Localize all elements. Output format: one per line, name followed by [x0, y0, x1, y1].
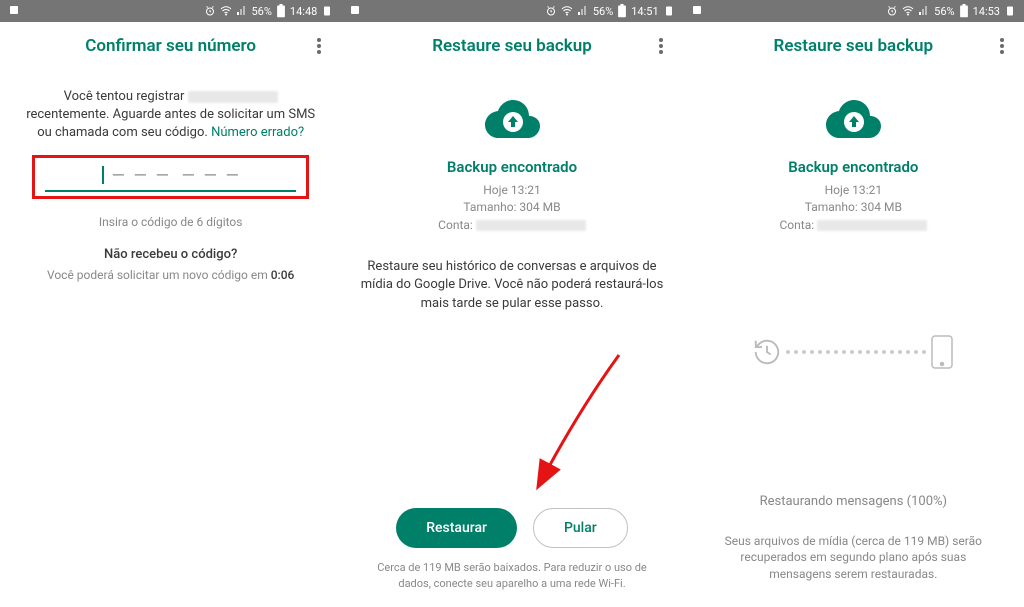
signal-icon [236, 5, 248, 17]
screen-restoring: 56% 14:53 Restaure seu backup Backup enc… [683, 0, 1024, 607]
battery-percent: 56% [593, 5, 613, 18]
battery-icon [959, 4, 969, 18]
page-title: Restaure seu backup [715, 36, 992, 56]
code-input[interactable]: — — — — — — [45, 166, 296, 192]
backup-info: Hoje 13:21 Tamanho: 304 MB Conta: [701, 182, 1006, 234]
screen-restore-backup: 56% 14:51 Restaure seu backup Backup enc… [341, 0, 682, 607]
page-title: Restaure seu backup [373, 36, 650, 56]
redacted-number [188, 91, 278, 103]
code-hint: Insira o código de 6 dígitos [18, 215, 323, 229]
backup-info: Hoje 13:21 Tamanho: 304 MB Conta: [359, 182, 664, 234]
history-icon [752, 337, 782, 367]
menu-icon[interactable] [651, 38, 671, 54]
header: Confirmar seu número [0, 22, 341, 66]
alarm-icon [545, 5, 557, 17]
screen-confirm-number: 56% 14:48 Confirmar seu número Você tent… [0, 0, 341, 607]
code-input-highlight: — — — — — — [32, 155, 309, 199]
redacted-account [817, 220, 927, 231]
backup-found-title: Backup encontrado [701, 158, 1006, 176]
button-row: Restaurar Pular [359, 508, 664, 548]
charge-icon [663, 5, 675, 17]
signal-icon [918, 5, 930, 17]
battery-icon [276, 4, 286, 18]
phone-icon [930, 334, 954, 370]
notification-icon [349, 4, 361, 19]
wrong-number-link[interactable]: Número errado? [211, 125, 304, 140]
cloud-upload-icon [483, 96, 541, 138]
signal-icon [577, 5, 589, 17]
battery-percent: 56% [252, 5, 272, 18]
alarm-icon [204, 5, 216, 17]
progress-status: Restaurando mensagens (100%) [701, 494, 1006, 509]
wifi-icon [220, 5, 232, 17]
menu-icon[interactable] [309, 38, 329, 54]
timer: 0:06 [271, 268, 295, 282]
footer-note: Cerca de 119 MB serão baixados. Para red… [359, 560, 664, 607]
redacted-account [476, 220, 586, 231]
charge-icon [1004, 5, 1016, 17]
progress-graphic [701, 334, 1006, 370]
header: Restaure seu backup [683, 22, 1024, 66]
status-bar: 56% 14:53 [683, 0, 1024, 22]
menu-icon[interactable] [992, 38, 1012, 54]
wait-text: Você poderá solicitar um novo código em … [18, 268, 323, 282]
cloud-upload-icon [824, 96, 882, 138]
battery-icon [617, 4, 627, 18]
clock-time: 14:48 [290, 5, 317, 18]
status-bar: 56% 14:51 [341, 0, 682, 22]
status-bar: 56% 14:48 [0, 0, 341, 22]
notification-icon [8, 4, 20, 19]
wifi-icon [902, 5, 914, 17]
alarm-icon [886, 5, 898, 17]
confirm-text: Você tentou registrar recentemente. Agua… [18, 88, 323, 143]
backup-found-title: Backup encontrado [359, 158, 664, 176]
clock-time: 14:51 [631, 5, 658, 18]
skip-button[interactable]: Pular [533, 508, 628, 548]
restore-button[interactable]: Restaurar [396, 508, 517, 548]
header: Restaure seu backup [341, 22, 682, 66]
clock-time: 14:53 [973, 5, 1000, 18]
notification-icon [691, 4, 703, 19]
charge-icon [321, 5, 333, 17]
battery-percent: 56% [934, 5, 954, 18]
page-title: Confirmar seu número [32, 36, 309, 56]
restore-description: Restaure seu histórico de conversas e ar… [359, 258, 664, 313]
media-text: Seus arquivos de mídia (cerca de 119 MB)… [701, 533, 1006, 607]
no-code-title: Não recebeu o código? [18, 247, 323, 262]
wifi-icon [561, 5, 573, 17]
